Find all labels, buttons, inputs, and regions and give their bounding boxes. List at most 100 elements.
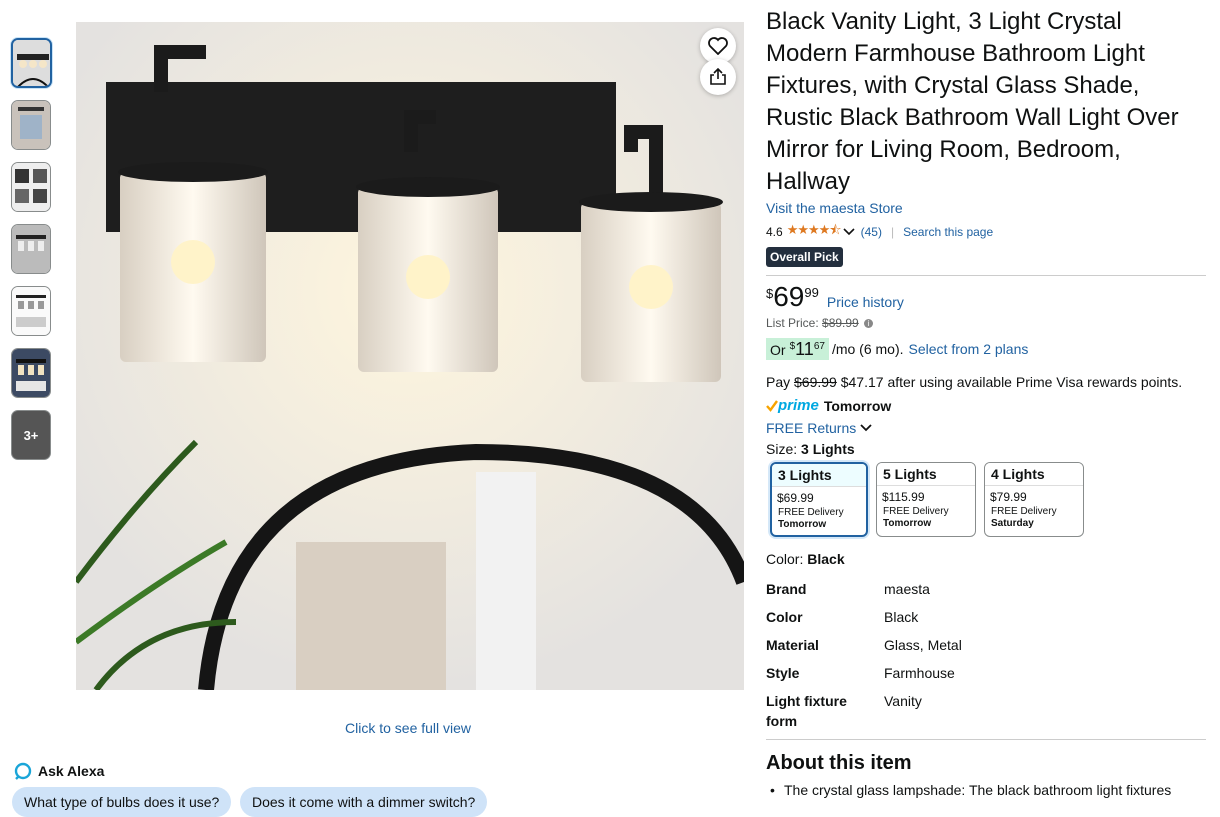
- price-fraction: 99: [804, 285, 819, 300]
- star-rating-icon[interactable]: ★★★★⯪: [787, 221, 842, 243]
- size-selected: 3 Lights: [801, 441, 855, 457]
- spec-value: Vanity: [884, 693, 922, 709]
- pay-label: Pay: [766, 374, 791, 390]
- size-option-price: $79.99: [990, 490, 1027, 504]
- search-page-link[interactable]: Search this page: [903, 225, 993, 239]
- price-block: $ 69 99 Price history: [766, 283, 1206, 313]
- price-whole: 69: [773, 281, 805, 312]
- size-option-name: 4 Lights: [985, 463, 1083, 486]
- size-option-delivery: FREE Delivery Tomorrow: [877, 504, 975, 530]
- full-view-link[interactable]: Click to see full view: [345, 720, 471, 736]
- free-returns-link[interactable]: FREE Returns: [766, 420, 1206, 436]
- chevron-down-icon[interactable]: [843, 228, 855, 236]
- delivery-text: FREE Delivery: [991, 506, 1057, 517]
- ask-alexa-title: Ask Alexa: [38, 763, 105, 779]
- delivery-day: Tomorrow: [778, 519, 827, 530]
- thumbnail-2[interactable]: [11, 100, 51, 150]
- divider: [766, 739, 1206, 740]
- plan-fraction: 67: [813, 341, 825, 352]
- main-product-image[interactable]: [76, 22, 744, 690]
- divider: [766, 275, 1206, 276]
- ask-alexa-header: Ask Alexa: [14, 762, 104, 780]
- spec-key: Brand: [766, 581, 807, 597]
- color-selected: Black: [807, 551, 845, 567]
- list-price-value: $89.99: [822, 316, 859, 330]
- size-option-delivery: FREE Delivery Tomorrow: [772, 505, 866, 531]
- size-option-3-lights[interactable]: 3 Lights $69.99 FREE Delivery Tomorrow: [770, 462, 868, 537]
- rewards-row: Pay $69.99 $47.17 after using available …: [766, 374, 1206, 390]
- size-label: Size: 3 Lights: [766, 441, 1206, 457]
- size-option-price: $69.99: [777, 491, 814, 505]
- size-option-delivery: FREE Delivery Saturday: [985, 504, 1083, 530]
- size-option-name: 3 Lights: [772, 464, 866, 487]
- size-label-text: Size:: [766, 441, 798, 457]
- thumbnail-3[interactable]: [11, 162, 51, 212]
- delivery-day: Saturday: [991, 518, 1034, 529]
- select-plans-link[interactable]: Select from 2 plans: [909, 341, 1029, 357]
- color-label-text: Color:: [766, 551, 804, 567]
- product-details: Black Vanity Light, 3 Light Crystal Mode…: [766, 6, 1206, 798]
- price-history-link[interactable]: Price history: [827, 294, 904, 310]
- spec-row: Style Farmhouse: [766, 663, 962, 691]
- size-options: 3 Lights $69.99 FREE Delivery Tomorrow 5 …: [770, 462, 1206, 537]
- about-title: About this item: [766, 752, 912, 774]
- spec-row: Brand maesta: [766, 579, 962, 607]
- spec-value: Black: [884, 609, 919, 625]
- share-button[interactable]: [700, 59, 736, 95]
- spec-value: Farmhouse: [884, 665, 955, 681]
- store-link[interactable]: Visit the maesta Store: [766, 200, 903, 216]
- spec-value: Glass, Metal: [884, 637, 962, 653]
- size-option-5-lights[interactable]: 5 Lights $115.99 FREE Delivery Tomorrow: [876, 462, 976, 537]
- plan-term: /mo (6 mo).: [831, 341, 904, 357]
- spec-row: Color Black: [766, 607, 962, 635]
- list-price-label: List Price:: [766, 316, 819, 330]
- prime-delivery: prime Tomorrow: [766, 397, 1206, 414]
- alexa-icon: [14, 762, 32, 780]
- alexa-question-chip[interactable]: Does it come with a dimmer switch?: [240, 787, 488, 817]
- alexa-question-chip[interactable]: What type of bulbs does it use?: [12, 787, 232, 817]
- spec-key: Material: [766, 637, 819, 653]
- thumbnail-more[interactable]: 3+: [11, 410, 51, 460]
- installment-price: Or $ 11 67: [766, 338, 829, 360]
- rating-value: 4.6: [766, 225, 783, 239]
- old-price: $69.99: [794, 374, 837, 390]
- list-price: List Price: $89.99 i: [766, 316, 1206, 330]
- share-icon: [710, 68, 726, 85]
- delivery-day: Tomorrow: [883, 518, 932, 529]
- delivery-text: FREE Delivery: [778, 507, 844, 518]
- spec-key: Style: [766, 665, 800, 681]
- price-currency: $: [766, 286, 774, 301]
- more-label: 3+: [23, 427, 39, 443]
- or-label: Or: [770, 342, 786, 358]
- product-specs-table: Brand maesta Color Black Material Glass, Me…: [766, 579, 962, 739]
- size-option-price: $115.99: [882, 490, 925, 504]
- heart-icon: [708, 37, 728, 55]
- spec-row: Material Glass, Metal: [766, 635, 962, 663]
- free-returns-label: FREE Returns: [766, 420, 857, 436]
- separator: |: [890, 225, 895, 239]
- overall-pick-badge: Overall Pick: [766, 247, 843, 267]
- thumbnail-1[interactable]: [11, 38, 52, 88]
- rewards-text: $47.17 after using available Prime Visa …: [840, 374, 1183, 390]
- installment-plans: Or $ 11 67 /mo (6 mo). Select from 2 pla…: [766, 338, 1206, 360]
- size-option-4-lights[interactable]: 4 Lights $79.99 FREE Delivery Saturday: [984, 462, 1084, 537]
- delivery-date: Tomorrow: [823, 397, 892, 414]
- spec-value: maesta: [884, 581, 930, 597]
- info-icon[interactable]: i: [864, 319, 874, 329]
- spec-key: Color: [766, 609, 803, 625]
- thumbnail-5[interactable]: [11, 286, 51, 336]
- vanity-light-illustration: [76, 22, 744, 690]
- thumbnail-strip: 3+: [11, 38, 53, 472]
- about-bullet: The crystal glass lampshade: The black b…: [766, 782, 1206, 798]
- spec-row: Light fixture form Vanity: [766, 691, 962, 739]
- thumbnail-4[interactable]: [11, 224, 51, 274]
- product-title: Black Vanity Light, 3 Light Crystal Mode…: [766, 8, 1179, 195]
- size-option-name: 5 Lights: [877, 463, 975, 486]
- thumbnail-6[interactable]: [11, 348, 51, 398]
- plan-whole: 11: [795, 339, 814, 359]
- delivery-text: FREE Delivery: [883, 506, 949, 517]
- reviews-count-link[interactable]: (45): [861, 225, 882, 239]
- spec-key: Light fixture form: [766, 693, 847, 729]
- checkmark-icon: [766, 399, 778, 412]
- rating-row: 4.6 ★★★★⯪ (45) | Search this page: [766, 221, 1206, 243]
